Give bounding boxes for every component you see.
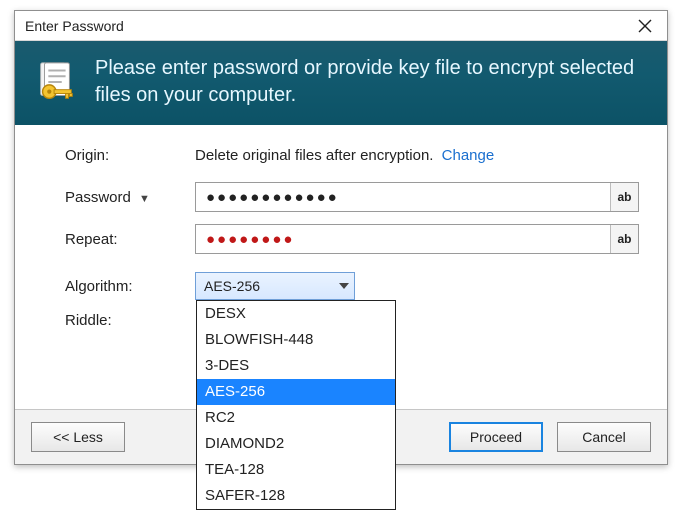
label-password[interactable]: Password ▼ — [65, 189, 195, 206]
origin-text: Delete original files after encryption. — [195, 147, 433, 164]
algorithm-option[interactable]: SAFER-128 — [197, 483, 395, 509]
window-title: Enter Password — [25, 18, 124, 34]
dialog-window: Enter Password Please enter password or … — [14, 10, 668, 465]
row-password: Password ▼ ●●●●●●●●●●●● ab — [65, 182, 639, 212]
password-field[interactable]: ●●●●●●●●●●●● ab — [195, 182, 639, 212]
algorithm-option[interactable]: DESX — [197, 301, 395, 327]
repeat-mask: ●●●●●●●● — [196, 225, 610, 253]
algorithm-dropdown[interactable]: DESX BLOWFISH-448 3-DES AES-256 RC2 DIAM… — [196, 300, 396, 510]
close-icon — [638, 19, 652, 33]
combobox-drop-button[interactable] — [334, 273, 354, 299]
dialog-body: Origin: Delete original files after encr… — [15, 125, 667, 409]
less-button[interactable]: << Less — [31, 422, 125, 452]
label-origin: Origin: — [65, 147, 195, 164]
keyfile-icon — [33, 59, 79, 105]
password-reveal-button[interactable]: ab — [610, 183, 638, 211]
close-button[interactable] — [631, 11, 659, 40]
row-origin: Origin: Delete original files after encr… — [65, 147, 639, 164]
algorithm-option[interactable]: AES-256 — [197, 379, 395, 405]
algorithm-option[interactable]: DIAMOND2 — [197, 431, 395, 457]
label-riddle: Riddle: — [65, 312, 195, 329]
password-mask: ●●●●●●●●●●●● — [196, 183, 610, 211]
dialog-banner: Please enter password or provide key fil… — [15, 41, 667, 125]
origin-value: Delete original files after encryption. … — [195, 147, 639, 164]
algorithm-option[interactable]: TEA-128 — [197, 457, 395, 483]
label-algorithm: Algorithm: — [65, 278, 195, 295]
titlebar: Enter Password — [15, 11, 667, 41]
algorithm-option[interactable]: BLOWFISH-448 — [197, 327, 395, 353]
row-algorithm: Algorithm: AES-256 DESX BLOWFISH-448 3-D… — [65, 272, 639, 300]
proceed-button[interactable]: Proceed — [449, 422, 543, 452]
banner-text: Please enter password or provide key fil… — [95, 55, 649, 109]
row-repeat: Repeat: ●●●●●●●● ab — [65, 224, 639, 254]
algorithm-combobox[interactable]: AES-256 DESX BLOWFISH-448 3-DES AES-256 … — [195, 272, 355, 300]
repeat-reveal-button[interactable]: ab — [610, 225, 638, 253]
chevron-down-icon — [339, 283, 349, 289]
chevron-down-icon: ▼ — [139, 193, 150, 205]
origin-change-link[interactable]: Change — [442, 147, 495, 164]
cancel-button[interactable]: Cancel — [557, 422, 651, 452]
algorithm-option[interactable]: 3-DES — [197, 353, 395, 379]
algorithm-selected: AES-256 — [196, 278, 334, 294]
repeat-field[interactable]: ●●●●●●●● ab — [195, 224, 639, 254]
label-repeat: Repeat: — [65, 231, 195, 248]
algorithm-option[interactable]: RC2 — [197, 405, 395, 431]
